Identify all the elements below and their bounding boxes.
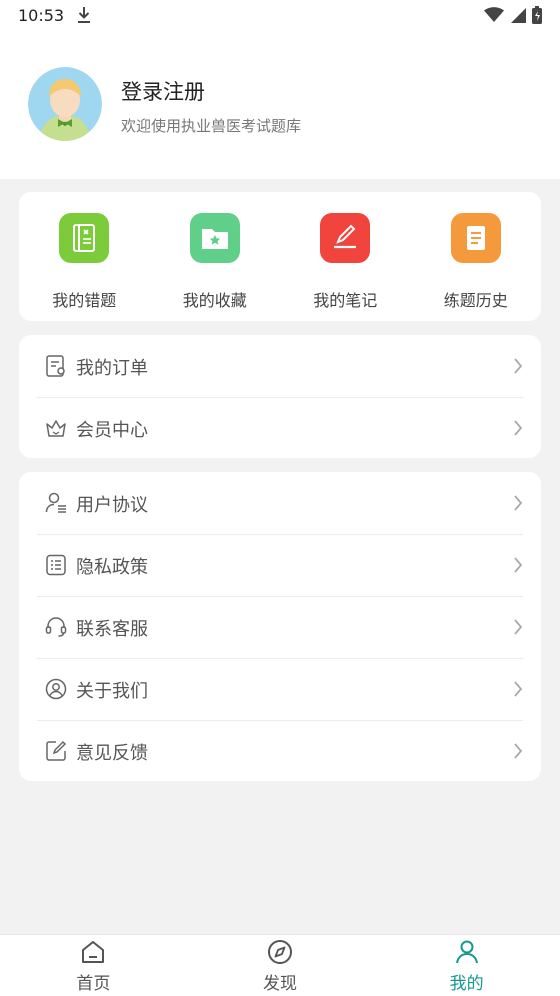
chevron-right-icon	[513, 357, 523, 379]
quick-item-label: 我的笔记	[313, 291, 378, 310]
quick-actions-card: 我的错题 我的收藏 我的笔记 练题历史	[19, 192, 541, 321]
pencil-note-icon	[320, 213, 371, 263]
wifi-icon	[484, 7, 504, 27]
status-time: 10:53	[18, 6, 65, 25]
avatar[interactable]	[28, 67, 102, 141]
order-receipt-icon	[45, 355, 67, 377]
feedback-edit-icon	[45, 740, 67, 762]
menu-item-orders[interactable]: 我的订单	[19, 335, 541, 397]
quick-item-favorites[interactable]: 我的收藏	[150, 192, 281, 321]
menu-item-about-us[interactable]: 关于我们	[19, 658, 541, 720]
quick-item-label: 我的收藏	[182, 291, 247, 310]
chevron-right-icon	[513, 494, 523, 516]
menu-item-label: 会员中心	[76, 420, 148, 441]
menu-item-label: 联系客服	[76, 619, 148, 640]
quick-item-label: 练题历史	[443, 291, 508, 310]
menu-item-label: 意见反馈	[76, 743, 148, 764]
headset-icon	[45, 616, 67, 638]
menu-item-label: 关于我们	[76, 681, 148, 702]
login-register-link[interactable]: 登录注册	[121, 76, 205, 106]
menu-item-label: 用户协议	[76, 495, 148, 516]
home-icon	[80, 939, 106, 969]
user-agreement-icon	[45, 492, 67, 514]
bottom-tab-bar: 首页 发现 我的	[0, 934, 560, 996]
chevron-right-icon	[513, 556, 523, 578]
menu-group-1: 我的订单 会员中心	[19, 335, 541, 458]
privacy-list-icon	[45, 554, 67, 576]
quick-item-practice-history[interactable]: 练题历史	[411, 192, 542, 321]
battery-icon	[532, 6, 542, 28]
chevron-right-icon	[513, 680, 523, 702]
status-bar: 10:53	[0, 0, 560, 32]
chevron-right-icon	[513, 742, 523, 764]
tab-label: 我的	[449, 974, 484, 994]
welcome-subtitle: 欢迎使用执业兽医考试题库	[121, 117, 302, 135]
menu-item-privacy-policy[interactable]: 隐私政策	[19, 534, 541, 596]
notebook-icon	[59, 213, 110, 263]
crown-icon	[45, 417, 67, 439]
quick-item-wrong-questions[interactable]: 我的错题	[19, 192, 150, 321]
person-icon	[454, 939, 480, 969]
profile-header: 10:53 登录注册 欢迎使用执业兽医考试题库	[0, 0, 560, 179]
tab-mine[interactable]: 我的	[373, 935, 560, 996]
about-user-icon	[45, 678, 67, 700]
quick-item-notes[interactable]: 我的笔记	[280, 192, 411, 321]
menu-item-feedback[interactable]: 意见反馈	[19, 720, 541, 782]
menu-item-membership[interactable]: 会员中心	[19, 397, 541, 459]
menu-item-user-agreement[interactable]: 用户协议	[19, 472, 541, 534]
tab-label: 发现	[263, 974, 297, 994]
tab-discover[interactable]: 发现	[187, 935, 374, 996]
tab-label: 首页	[76, 974, 111, 994]
chevron-right-icon	[513, 618, 523, 640]
compass-icon	[267, 939, 293, 969]
signal-icon	[510, 7, 526, 27]
history-book-icon	[450, 213, 501, 263]
menu-item-label: 我的订单	[76, 358, 148, 379]
folder-star-icon	[189, 213, 240, 263]
menu-item-customer-service[interactable]: 联系客服	[19, 596, 541, 658]
tab-home[interactable]: 首页	[0, 935, 187, 996]
quick-item-label: 我的错题	[52, 291, 117, 310]
chevron-right-icon	[513, 419, 523, 441]
download-icon	[76, 6, 92, 28]
menu-item-label: 隐私政策	[76, 557, 148, 578]
menu-group-2: 用户协议 隐私政策 联系客服 关于我们 意见反馈	[19, 472, 541, 781]
